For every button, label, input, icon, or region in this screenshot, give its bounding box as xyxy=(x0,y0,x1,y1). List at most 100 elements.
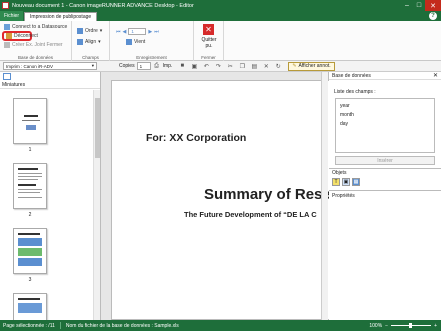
minimize-button[interactable]: – xyxy=(401,0,413,11)
tab-mail-merge[interactable]: Impression de publipostage xyxy=(24,12,98,21)
zoom-out-icon[interactable]: − xyxy=(385,323,388,329)
thumbnails-panel: Miniatures 1 2 3 xyxy=(0,72,101,320)
disconnect-button[interactable]: Déconnect xyxy=(6,33,38,39)
printer-value: Imprim : Canon iR-ADV xyxy=(6,63,54,69)
record-input[interactable]: 1 xyxy=(128,28,147,35)
paste-icon[interactable]: ▤ xyxy=(250,62,258,70)
copies-input[interactable]: 1 xyxy=(136,62,151,70)
zoom-slider[interactable] xyxy=(391,323,432,328)
document-canvas[interactable]: For: XX Corporation Summary of Rese The … xyxy=(101,72,331,320)
group-db-label: Base de données xyxy=(17,55,54,60)
printer-select[interactable]: Imprim : Canon iR-ADV ▾ xyxy=(3,62,97,70)
page-selected-status: Page sélectionnée : /11 xyxy=(3,322,55,329)
zoom-in-icon[interactable]: + xyxy=(434,323,437,329)
group-record: ⏮ ◀ 1 ▶ ⏭ Vient Enregistrement xyxy=(110,21,194,61)
db-file-status: Nom du fichier de la base de données : S… xyxy=(65,322,179,329)
thumbnails-scrollbar[interactable] xyxy=(93,90,100,320)
chevron-down-icon: ▾ xyxy=(98,39,101,45)
thumbnail-page-2[interactable] xyxy=(13,163,47,209)
group-close: ✕ Quitter pu. Fermer xyxy=(194,21,224,61)
divider xyxy=(329,168,441,169)
barcode-object-icon[interactable]: ▦ xyxy=(352,178,360,186)
thumbnail-page-1[interactable] xyxy=(13,98,47,144)
field-item[interactable]: day xyxy=(336,119,434,128)
thumbnail-page-3[interactable] xyxy=(13,228,47,274)
connect-datasource-button[interactable]: Connect to a Datasource xyxy=(4,24,67,30)
help-icon[interactable]: ? xyxy=(429,12,437,20)
rotate-icon[interactable]: ↻ xyxy=(274,62,282,70)
close-button[interactable]: ✕ xyxy=(425,0,441,11)
scrollbar-thumb[interactable] xyxy=(95,98,100,158)
ribbon: Connect to a Datasource Déconnect Créer … xyxy=(0,21,441,61)
group-close-label: Fermer xyxy=(201,55,216,60)
zoom-knob[interactable] xyxy=(409,323,413,328)
view-label: Vient xyxy=(134,39,146,45)
image-object-icon[interactable]: ▣ xyxy=(342,178,350,186)
copies-label: Copies xyxy=(119,63,135,69)
thumbnail-page-number: 3 xyxy=(28,277,32,283)
page-heading: Summary of Rese xyxy=(204,186,331,203)
close-merge-label-2[interactable]: pu. xyxy=(194,43,224,49)
delete-icon[interactable]: ✕ xyxy=(262,62,270,70)
text-object-icon[interactable]: T xyxy=(332,178,340,186)
document-page[interactable]: For: XX Corporation Summary of Rese The … xyxy=(111,80,331,320)
thumbnails-title: Miniatures xyxy=(0,81,100,89)
db-secondary-label: Créer Ex. Joint Fermer xyxy=(12,42,63,48)
last-record-icon[interactable]: ⏭ xyxy=(154,29,159,35)
quick-toolbar: Imprim : Canon iR-ADV ▾ Copies 1 ⎙ Imp. … xyxy=(0,61,441,72)
connect-label: Connect to a Datasource xyxy=(12,24,68,30)
annotation-icon: ✎ xyxy=(292,63,297,69)
title-bar: Nouveau document 1 - Canon imageRUNNER A… xyxy=(0,0,441,11)
copy-icon[interactable]: ❐ xyxy=(238,62,246,70)
close-panel-icon[interactable]: ✕ xyxy=(433,72,438,79)
save-icon[interactable]: ■ xyxy=(178,62,186,70)
order-button[interactable]: Ordre ▾ xyxy=(77,28,102,34)
show-annotations-label: Afficher annot. xyxy=(298,63,331,69)
insert-button[interactable]: Insérer xyxy=(335,156,435,165)
thumbnail-page-number: 1 xyxy=(28,147,32,153)
print-label[interactable]: Imp. xyxy=(163,63,173,69)
database-panel-title: Base de données xyxy=(332,72,371,79)
ribbon-tabs: Fichier Impression de publipostage ? xyxy=(0,11,441,21)
record-nav: ⏮ ◀ 1 ▶ ⏭ xyxy=(116,28,159,35)
db-secondary-buttons[interactable]: Créer Ex. Joint Fermer xyxy=(4,42,63,48)
align-icon xyxy=(77,39,83,45)
show-annotations-button[interactable]: ✎ Afficher annot. xyxy=(288,61,335,71)
chevron-down-icon: ▾ xyxy=(91,63,94,68)
print-icon[interactable]: ⎙ xyxy=(153,62,161,70)
zoom-level: 100% xyxy=(369,322,383,329)
view-icon xyxy=(126,39,132,45)
prev-record-icon[interactable]: ◀ xyxy=(123,29,127,35)
field-item[interactable]: year xyxy=(336,101,434,110)
window-title: Nouveau document 1 - Canon imageRUNNER A… xyxy=(12,2,194,9)
status-bar: Page sélectionnée : /11 Nom du fichier d… xyxy=(0,320,441,331)
thumbnail-page-4[interactable] xyxy=(13,293,47,320)
tab-file[interactable]: Fichier xyxy=(0,11,24,21)
chevron-down-icon: ▾ xyxy=(99,28,103,34)
cut-icon[interactable]: ✂ xyxy=(226,62,234,70)
group-record-label: Enregistrement xyxy=(136,55,167,60)
open-icon[interactable]: ▣ xyxy=(190,62,198,70)
group-fields-label: Champs xyxy=(82,55,99,60)
zoom-control: 100% − + xyxy=(369,323,441,329)
align-label: Align xyxy=(85,39,97,45)
database-icon xyxy=(4,24,10,30)
undo-icon[interactable]: ↶ xyxy=(202,62,210,70)
first-record-icon[interactable]: ⏮ xyxy=(116,29,121,35)
page-subheading: The Future Development of “DE LA C xyxy=(184,210,317,219)
next-record-icon[interactable]: ▶ xyxy=(148,29,152,35)
maximize-button[interactable]: □ xyxy=(413,0,425,11)
field-list-label: Liste des champs : xyxy=(334,89,376,95)
field-item[interactable]: month xyxy=(336,110,434,119)
canvas-scrollbar[interactable] xyxy=(321,72,328,320)
page-line-customer: For: XX Corporation xyxy=(146,132,247,144)
thumbnails-tab-icon[interactable] xyxy=(3,73,11,80)
close-merge-icon[interactable]: ✕ xyxy=(203,24,214,35)
divider xyxy=(329,190,441,191)
properties-label: Propriétés xyxy=(332,193,355,199)
view-button[interactable]: Vient xyxy=(126,39,145,45)
redo-icon[interactable]: ↷ xyxy=(214,62,222,70)
order-icon xyxy=(77,28,83,34)
align-button[interactable]: Align ▾ xyxy=(77,39,101,45)
app-icon xyxy=(2,2,9,9)
